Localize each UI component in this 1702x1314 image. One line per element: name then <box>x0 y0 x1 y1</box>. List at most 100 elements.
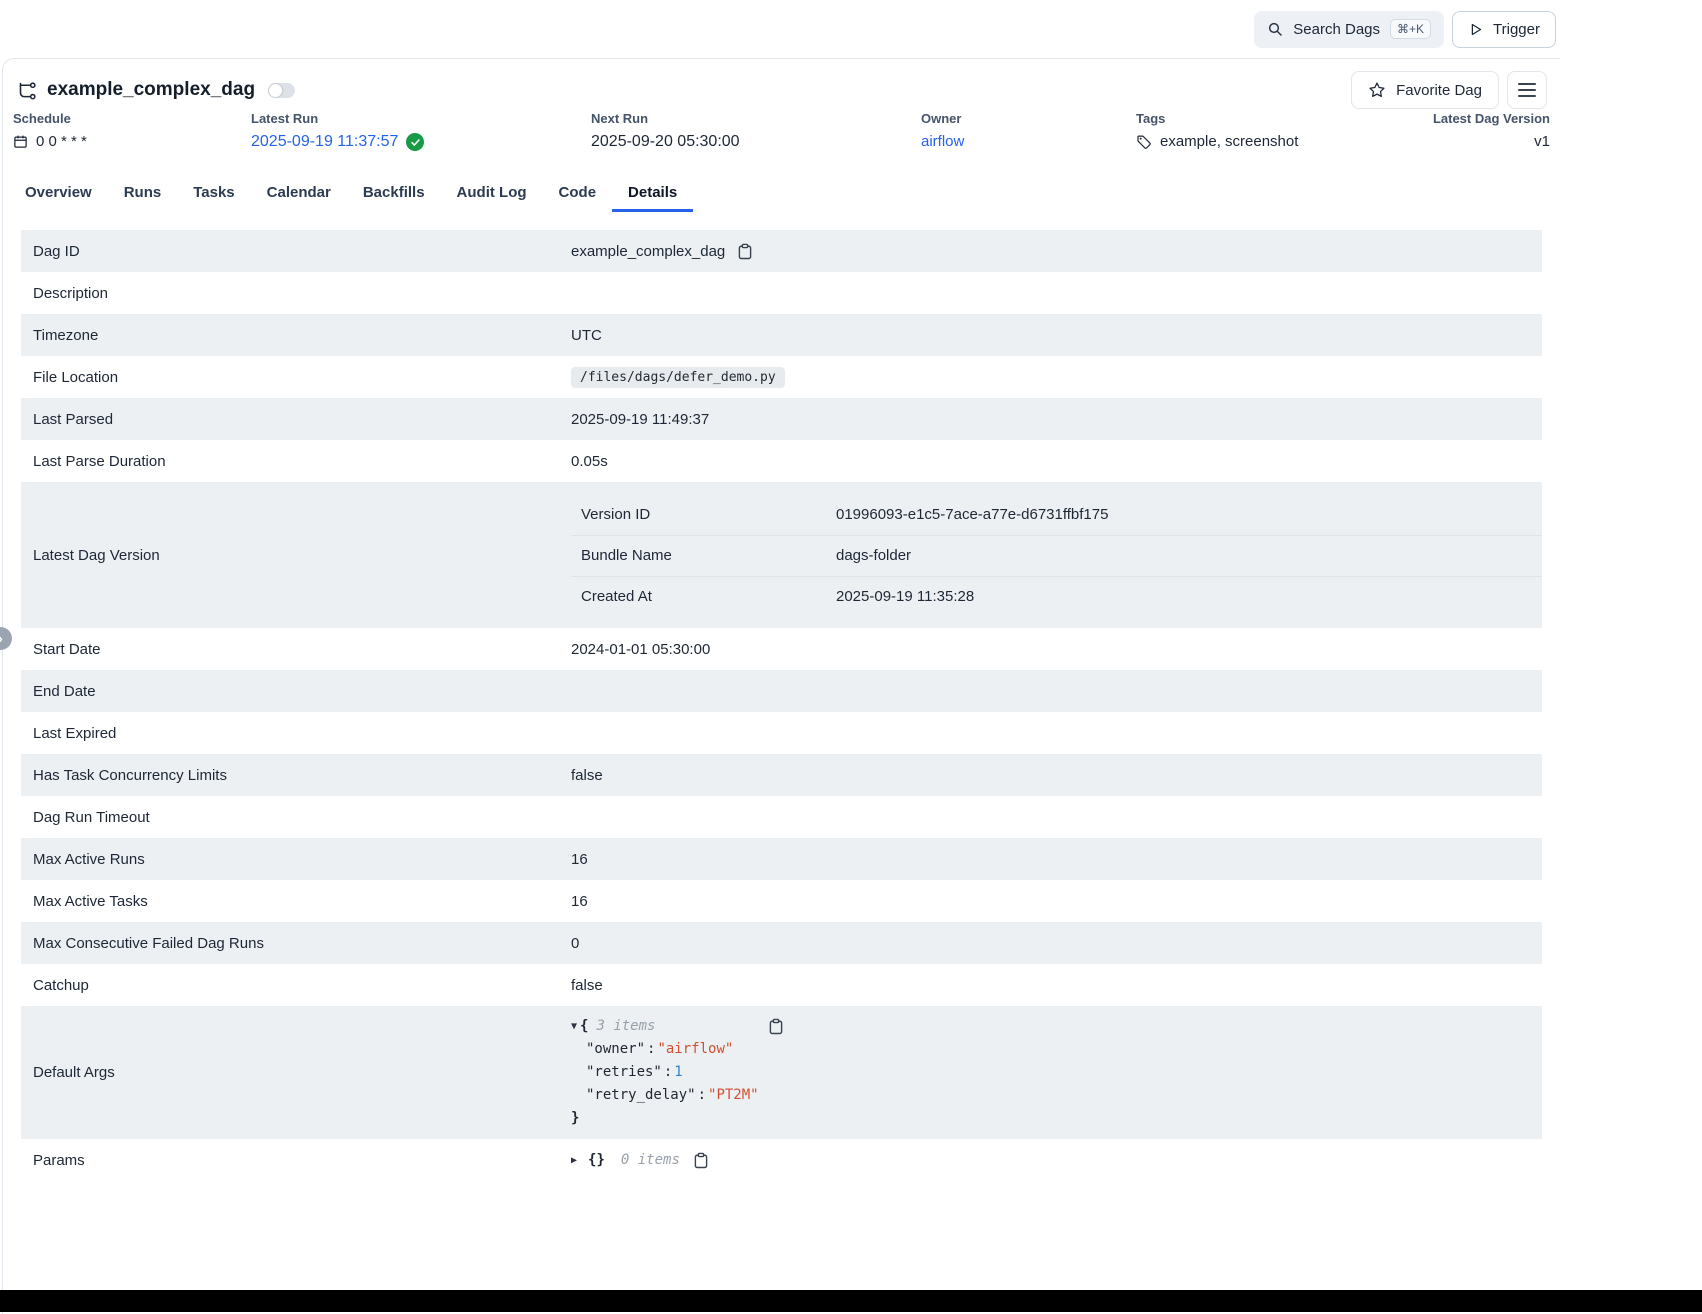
row-label: Timezone <box>21 327 571 344</box>
table-row-timezone: Timezone UTC <box>21 314 1542 356</box>
row-label: Created At <box>571 588 836 605</box>
star-icon <box>1368 81 1386 99</box>
row-label: Max Consecutive Failed Dag Runs <box>21 935 571 952</box>
table-row-start-date: Start Date 2024-01-01 05:30:00 <box>21 628 1542 670</box>
table-row-params: Params ▶{}0 items <box>21 1139 1542 1181</box>
top-bar: Search Dags ⌘+K Trigger <box>0 0 1702 58</box>
json-value: 1 <box>674 1064 682 1080</box>
dag-tabs: Overview Runs Tasks Calendar Backfills A… <box>3 175 1560 212</box>
row-label: File Location <box>21 369 571 386</box>
row-label: Last Parsed <box>21 411 571 428</box>
trigger-label: Trigger <box>1493 21 1540 38</box>
items-count: 3 items <box>596 1018 655 1034</box>
tab-code[interactable]: Code <box>543 175 613 212</box>
table-row-latest-dag-version: Latest Dag Version Version ID 01996093-e… <box>21 482 1542 628</box>
tags-label: Tags <box>1136 111 1298 126</box>
schedule-value: 0 0 * * * <box>36 133 87 150</box>
meta-latest-run: Latest Run 2025-09-19 11:37:57 <box>251 111 424 151</box>
dag-pause-toggle[interactable] <box>268 83 295 98</box>
table-row-description: Description <box>21 272 1542 314</box>
tab-calendar[interactable]: Calendar <box>251 175 347 212</box>
meta-next-run: Next Run 2025-09-20 05:30:00 <box>591 111 740 151</box>
dag-meta-row: Schedule 0 0 * * * Latest Run 2025-09-19… <box>3 111 1560 175</box>
meta-latest-dag-version: Latest Dag Version v1 <box>1433 111 1550 150</box>
close-brace: } <box>571 1110 579 1126</box>
copy-icon[interactable] <box>738 243 752 260</box>
row-label: Max Active Runs <box>21 851 571 868</box>
calendar-icon <box>13 134 28 149</box>
latest-dag-version-subtable: Version ID 01996093-e1c5-7ace-a77e-d6731… <box>571 482 1542 628</box>
copy-icon[interactable] <box>769 1018 783 1035</box>
favorite-dag-button[interactable]: Favorite Dag <box>1351 71 1499 109</box>
catchup-value: false <box>571 977 603 994</box>
row-label: Max Active Tasks <box>21 893 571 910</box>
start-date-value: 2024-01-01 05:30:00 <box>571 641 710 658</box>
open-brace: { <box>580 1018 588 1034</box>
subrow-bundle-name: Bundle Name dags-folder <box>571 535 1542 576</box>
table-row-end-date: End Date <box>21 670 1542 712</box>
table-row-catchup: Catchup false <box>21 964 1542 1006</box>
table-row-last-parse-duration: Last Parse Duration 0.05s <box>21 440 1542 482</box>
bundle-name-value: dags-folder <box>836 547 911 564</box>
dag-title-row: example_complex_dag Favorite Dag <box>3 59 1560 111</box>
last-parsed-value: 2025-09-19 11:49:37 <box>571 411 709 428</box>
next-run-label: Next Run <box>591 111 740 126</box>
tab-audit-log[interactable]: Audit Log <box>441 175 543 212</box>
owner-link[interactable]: airflow <box>921 133 964 150</box>
row-label: Start Date <box>21 641 571 658</box>
row-label: Default Args <box>21 1064 571 1081</box>
json-value: "airflow" <box>657 1041 733 1057</box>
bottom-window-bar <box>0 1290 1702 1312</box>
dag-icon <box>17 80 38 101</box>
search-dags-button[interactable]: Search Dags ⌘+K <box>1254 11 1444 48</box>
latest-run-label: Latest Run <box>251 111 424 126</box>
trigger-button[interactable]: Trigger <box>1452 11 1556 48</box>
tab-overview[interactable]: Overview <box>9 175 108 212</box>
table-row-max-active-tasks: Max Active Tasks 16 <box>21 880 1542 922</box>
table-row-max-consecutive-failed-dag-runs: Max Consecutive Failed Dag Runs 0 <box>21 922 1542 964</box>
row-label: Dag ID <box>21 243 571 260</box>
meta-tags: Tags example, screenshot <box>1136 111 1298 150</box>
tab-tasks[interactable]: Tasks <box>177 175 250 212</box>
owner-label: Owner <box>921 111 964 126</box>
latest-run-link[interactable]: 2025-09-19 11:37:57 <box>251 133 398 151</box>
max-active-tasks-value: 16 <box>571 893 588 910</box>
favorite-dag-label: Favorite Dag <box>1396 82 1482 99</box>
tab-backfills[interactable]: Backfills <box>347 175 441 212</box>
json-key: "owner" <box>586 1041 645 1057</box>
table-row-default-args: Default Args ▼{3 items "owner":"airflow"… <box>21 1006 1542 1139</box>
row-label: Description <box>21 285 571 302</box>
search-shortcut-badge: ⌘+K <box>1390 19 1431 39</box>
items-count: 0 items <box>621 1152 680 1168</box>
json-key: "retries" <box>586 1064 662 1080</box>
success-check-icon <box>406 133 424 151</box>
file-location-value: /files/dags/defer_demo.py <box>571 367 785 388</box>
collapse-triangle-icon[interactable]: ▼ <box>571 1021 577 1032</box>
row-label: Has Task Concurrency Limits <box>21 767 571 784</box>
table-row-max-active-runs: Max Active Runs 16 <box>21 838 1542 880</box>
timezone-value: UTC <box>571 327 602 344</box>
max-consecutive-failed-dag-runs-value: 0 <box>571 935 579 952</box>
json-key: "retry_delay" <box>586 1087 696 1103</box>
page-title: example_complex_dag <box>47 79 255 101</box>
search-icon <box>1267 21 1283 37</box>
tab-details[interactable]: Details <box>612 175 693 212</box>
created-at-value: 2025-09-19 11:35:28 <box>836 588 974 605</box>
play-icon <box>1468 22 1483 37</box>
table-row-dag-id: Dag ID example_complex_dag <box>21 230 1542 272</box>
row-label: Version ID <box>571 506 836 523</box>
row-label: Last Expired <box>21 725 571 742</box>
latest-dag-version-value: v1 <box>1534 133 1550 150</box>
table-row-file-location: File Location /files/dags/defer_demo.py <box>21 356 1542 398</box>
subrow-created-at: Created At 2025-09-19 11:35:28 <box>571 576 1542 617</box>
default-args-json-viewer: ▼{3 items "owner":"airflow" "retries":1 … <box>571 1015 1542 1130</box>
copy-icon[interactable] <box>694 1152 708 1169</box>
search-dags-label: Search Dags <box>1293 21 1380 38</box>
row-label: Latest Dag Version <box>21 547 571 564</box>
meta-owner: Owner airflow <box>921 111 964 150</box>
json-value: "PT2M" <box>708 1087 759 1103</box>
tab-runs[interactable]: Runs <box>108 175 178 212</box>
expand-triangle-icon[interactable]: ▶ <box>571 1155 577 1166</box>
dag-options-menu-button[interactable] <box>1507 71 1547 109</box>
dag-detail-panel: example_complex_dag Favorite Dag Schedul… <box>2 58 1560 1314</box>
